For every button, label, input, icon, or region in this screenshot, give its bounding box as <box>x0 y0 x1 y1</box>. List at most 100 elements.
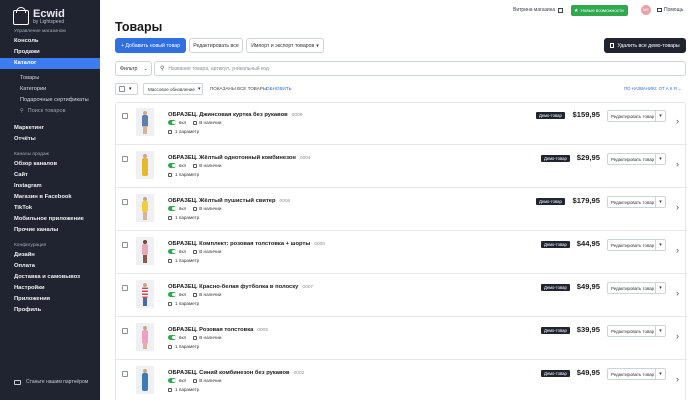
chevron-down-icon[interactable]: ▾ <box>655 283 665 293</box>
edit-product-button[interactable]: Редактировать товар ▾ <box>607 196 666 208</box>
sidebar-item-instagram[interactable]: Instagram <box>0 181 100 192</box>
product-name[interactable]: ОБРАЗЕЦ. Комплект: розовая толстовка + ш… <box>168 241 325 247</box>
delete-demo-button[interactable]: Удалить все демо-товары <box>604 38 686 53</box>
chevron-down-icon[interactable]: ▾ <box>655 111 665 121</box>
sidebar-item-apps[interactable]: Приложения <box>0 294 100 305</box>
product-row[interactable]: ОБРАЗЕЦ. Жёлтый пушистый свитер 0006 вкл В… <box>116 189 687 231</box>
filter-button[interactable]: Фильтр ⌄ <box>115 61 152 76</box>
sidebar-item-reports[interactable]: Отчёты <box>0 134 100 145</box>
sidebar-item-tiktok[interactable]: TikTok <box>0 203 100 214</box>
chevron-right-icon[interactable]: › <box>676 331 679 341</box>
import-export-button[interactable]: Импорт и экспорт товаров ▾ <box>246 38 324 53</box>
enabled-toggle[interactable] <box>168 163 176 168</box>
product-row[interactable]: ОБРАЗЕЦ. Жёлтый однотонный комбинезон 000… <box>116 146 687 188</box>
ecwid-logo[interactable]: Ecwid by Lightspeed <box>0 0 100 26</box>
product-thumbnail[interactable] <box>136 108 154 136</box>
chevron-right-icon[interactable]: › <box>676 288 679 298</box>
product-checkbox[interactable] <box>122 242 128 248</box>
enabled-toggle[interactable] <box>168 120 176 125</box>
select-all-checkbox[interactable] <box>119 86 125 92</box>
sidebar-search-products[interactable]: ⚲ Поиск товаров <box>0 106 100 117</box>
product-thumbnail[interactable] <box>136 366 154 394</box>
sidebar-sub-products[interactable]: Товары <box>0 73 100 84</box>
product-search-input[interactable]: ⚲ Название товара, артикул, уникальный к… <box>154 61 686 76</box>
search-icon: ⚲ <box>160 66 165 72</box>
edit-all-button[interactable]: Редактировать все <box>189 38 243 53</box>
sidebar-item-console[interactable]: Консоль <box>0 36 100 47</box>
add-product-button[interactable]: + Добавить новый товар <box>115 38 186 53</box>
enabled-toggle[interactable] <box>168 335 176 340</box>
sidebar-item-sales[interactable]: Продажи <box>0 47 100 58</box>
sidebar-item-settings[interactable]: Настройки <box>0 283 100 294</box>
product-checkbox[interactable] <box>122 113 128 119</box>
product-status: вкл В наличии <box>168 206 221 211</box>
sidebar-sub-gift-cards[interactable]: Подарочные сертификаты <box>0 95 100 106</box>
product-name[interactable]: ОБРАЗЕЦ. Джинсовая куртка без рукавов 000… <box>168 112 302 118</box>
sidebar-item-profile[interactable]: Профиль <box>0 305 100 316</box>
chevron-right-icon[interactable]: › <box>676 374 679 384</box>
enabled-toggle[interactable] <box>168 378 176 383</box>
sidebar-item-channels-overview[interactable]: Обзор каналов <box>0 159 100 170</box>
enabled-toggle[interactable] <box>168 206 176 211</box>
sidebar-item-catalog[interactable]: Каталог <box>0 58 100 69</box>
sidebar-item-facebook-shop[interactable]: Магазин в Facebook <box>0 192 100 203</box>
params-label: 1 параметр <box>175 301 200 306</box>
chevron-right-icon[interactable]: › <box>676 202 679 212</box>
chevron-right-icon[interactable]: › <box>676 245 679 255</box>
help-link[interactable]: Помощь <box>657 7 683 13</box>
sidebar-item-payment[interactable]: Оплата <box>0 261 100 272</box>
sidebar-item-mobile-app[interactable]: Мобильное приложение <box>0 214 100 225</box>
product-thumbnail[interactable] <box>136 280 154 308</box>
sidebar-item-shipping[interactable]: Доставка и самовывоз <box>0 272 100 283</box>
edit-product-button[interactable]: Редактировать товар ▾ <box>607 153 666 165</box>
edit-product-button[interactable]: Редактировать товар ▾ <box>607 239 666 251</box>
edit-product-button[interactable]: Редактировать товар ▾ <box>607 325 666 337</box>
sidebar-item-other-channels[interactable]: Прочие каналы <box>0 225 100 236</box>
product-name[interactable]: ОБРАЗЕЦ. Красно-белая футболка в полоску… <box>168 284 313 290</box>
product-checkbox[interactable] <box>122 285 128 291</box>
edit-product-button[interactable]: Редактировать товар ▾ <box>607 110 666 122</box>
product-title: ОБРАЗЕЦ. Синий комбинезон без рукавов <box>168 370 290 376</box>
product-checkbox[interactable] <box>122 328 128 334</box>
edit-product-button[interactable]: Редактировать товар ▾ <box>607 282 666 294</box>
product-row[interactable]: ОБРАЗЕЦ. Комплект: розовая толстовка + ш… <box>116 232 687 274</box>
bulk-update-dropdown[interactable]: Массовое обновление ▾ <box>143 83 203 95</box>
product-checkbox[interactable] <box>122 371 128 377</box>
enabled-toggle[interactable] <box>168 292 176 297</box>
chevron-down-icon[interactable]: ▾ <box>655 197 665 207</box>
product-row[interactable]: ОБРАЗЕЦ. Синий комбинезон без рукавов 000… <box>116 361 687 400</box>
refresh-link[interactable]: ОБНОВИТЬ <box>266 86 292 91</box>
chevron-right-icon[interactable]: › <box>676 159 679 169</box>
storefront-link[interactable]: Витрина магазина <box>513 7 564 13</box>
product-row[interactable]: ОБРАЗЕЦ. Красно-белая футболка в полоску… <box>116 275 687 317</box>
enabled-toggle[interactable] <box>168 249 176 254</box>
chevron-right-icon[interactable]: › <box>676 116 679 126</box>
product-name[interactable]: ОБРАЗЕЦ. Жёлтый пушистый свитер 0006 <box>168 198 290 204</box>
avatar[interactable]: ME <box>641 5 651 15</box>
sort-by-dropdown[interactable]: ПО НАЗВАНИЮ: ОТ А К Я ⌄ <box>624 86 681 92</box>
product-thumbnail[interactable] <box>136 194 154 222</box>
product-name[interactable]: ОБРАЗЕЦ. Розовая толстовка 0005 <box>168 327 268 333</box>
chevron-down-icon[interactable]: ▾ <box>655 240 665 250</box>
chevron-down-icon[interactable]: ▾ <box>655 154 665 164</box>
product-params: 1 параметр <box>168 301 199 306</box>
product-name[interactable]: ОБРАЗЕЦ. Синий комбинезон без рукавов 000… <box>168 370 304 376</box>
select-all-dropdown[interactable]: ▾ <box>115 83 138 95</box>
chevron-down-icon[interactable]: ▾ <box>655 369 665 379</box>
product-thumbnail[interactable] <box>136 237 154 265</box>
edit-product-button[interactable]: Редактировать товар ▾ <box>607 368 666 380</box>
product-checkbox[interactable] <box>122 156 128 162</box>
sidebar-item-marketing[interactable]: Маркетинг <box>0 123 100 134</box>
partner-link[interactable]: Станьте нашим партнёром <box>14 379 88 385</box>
product-row[interactable]: ОБРАЗЕЦ. Джинсовая куртка без рукавов 000… <box>116 103 687 145</box>
product-checkbox[interactable] <box>122 199 128 205</box>
new-features-button[interactable]: ★ Новые возможности <box>571 5 628 16</box>
product-row[interactable]: ОБРАЗЕЦ. Розовая толстовка 0005 вкл В нали… <box>116 318 687 360</box>
sidebar-item-design[interactable]: Дизайн <box>0 250 100 261</box>
product-thumbnail[interactable] <box>136 151 154 179</box>
product-thumbnail[interactable] <box>136 323 154 351</box>
chevron-down-icon[interactable]: ▾ <box>655 326 665 336</box>
sidebar-sub-categories[interactable]: Категории <box>0 84 100 95</box>
product-name[interactable]: ОБРАЗЕЦ. Жёлтый однотонный комбинезон 000… <box>168 155 311 161</box>
sidebar-item-site[interactable]: Сайт <box>0 170 100 181</box>
